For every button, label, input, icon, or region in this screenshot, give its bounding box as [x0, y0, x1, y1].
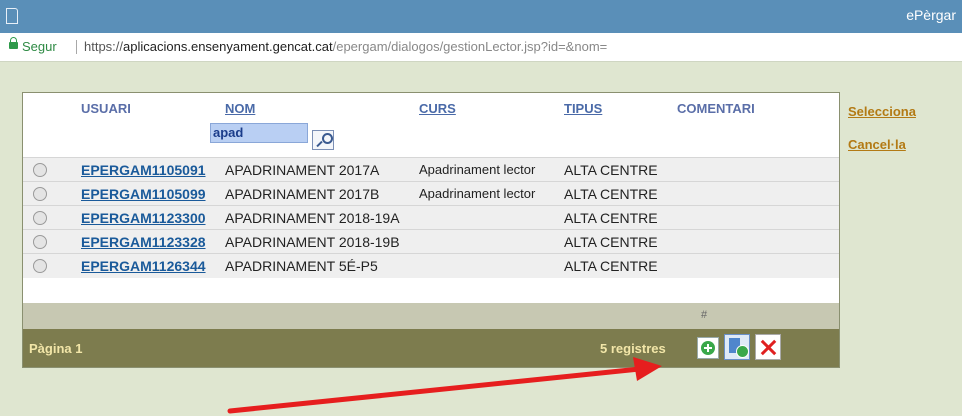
url-scheme: https:// [84, 39, 124, 54]
search-button[interactable] [312, 130, 334, 150]
row-radio[interactable] [33, 187, 47, 201]
reader-selection-panel: USUARI NOM CURS TIPUS COMENTARI apad EPE… [22, 92, 840, 368]
user-link[interactable]: EPERGAM1105091 [81, 158, 206, 182]
user-link[interactable]: EPERGAM1123300 [81, 206, 206, 230]
hash-row: # [23, 303, 839, 329]
address-separator [76, 40, 77, 54]
user-link[interactable]: EPERGAM1126344 [81, 254, 206, 278]
tipus-cell: ALTA CENTRE [564, 258, 658, 274]
header-tipus[interactable]: TIPUS [564, 101, 602, 116]
add-icon [701, 341, 715, 355]
row-radio[interactable] [33, 235, 47, 249]
tipus-cell: ALTA CENTRE [564, 162, 658, 178]
row-radio[interactable] [33, 163, 47, 177]
row-radio[interactable] [33, 211, 47, 225]
tipus-cell: ALTA CENTRE [564, 234, 658, 250]
table-row[interactable]: EPERGAM1126344 APADRINAMENT 5É-P5 ALTA C… [23, 253, 839, 278]
url-text[interactable]: https://aplicacions.ensenyament.gencat.c… [84, 33, 607, 61]
curs-cell: Apadrinament lector [419, 186, 536, 201]
table-row[interactable]: EPERGAM1105091 APADRINAMENT 2017A Apadri… [23, 157, 839, 182]
header-nom[interactable]: NOM [225, 101, 255, 116]
document-icon [6, 8, 18, 24]
tipus-cell: ALTA CENTRE [564, 210, 658, 226]
window-title-bar: ePèrgar [0, 0, 962, 33]
header-curs[interactable]: CURS [419, 101, 456, 116]
arrow-shaft [227, 366, 643, 414]
row-radio[interactable] [33, 259, 47, 273]
record-count: 5 registres [600, 341, 666, 356]
select-link[interactable]: Selecciona [848, 104, 916, 119]
user-link[interactable]: EPERGAM1105099 [81, 182, 206, 206]
table-header: USUARI NOM CURS TIPUS COMENTARI apad [23, 93, 839, 157]
cancel-link[interactable]: Cancel·la [848, 137, 906, 152]
table-row[interactable]: EPERGAM1123328 APADRINAMENT 2018-19B ALT… [23, 229, 839, 254]
user-link[interactable]: EPERGAM1123328 [81, 230, 206, 254]
nom-cell: APADRINAMENT 2018-19A [225, 210, 400, 226]
nom-cell: APADRINAMENT 2018-19B [225, 234, 400, 250]
copy-add-button[interactable] [724, 334, 750, 360]
window-title: ePèrgar [906, 7, 956, 23]
table-row[interactable]: EPERGAM1105099 APADRINAMENT 2017B Apadri… [23, 181, 839, 206]
url-host: aplicacions.ensenyament.gencat.cat [123, 39, 333, 54]
address-bar[interactable]: Segur https://aplicacions.ensenyament.ge… [0, 33, 962, 62]
header-comentari: COMENTARI [677, 101, 755, 116]
nom-cell: APADRINAMENT 2017B [225, 186, 380, 202]
table-row[interactable]: EPERGAM1123300 APADRINAMENT 2018-19A ALT… [23, 205, 839, 230]
curs-cell: Apadrinament lector [419, 162, 536, 177]
page-indicator: Pàgina 1 [29, 341, 83, 356]
add-button[interactable] [697, 337, 719, 359]
header-usuari: USUARI [81, 101, 131, 116]
tipus-cell: ALTA CENTRE [564, 186, 658, 202]
nom-cell: APADRINAMENT 2017A [225, 162, 380, 178]
secure-label: Segur [22, 39, 57, 54]
delete-button[interactable] [755, 334, 781, 360]
lock-icon [9, 37, 18, 49]
table-footer: Pàgina 1 5 registres [23, 329, 839, 367]
hash-label: # [701, 309, 708, 321]
url-path: /epergam/dialogos/gestionLector.jsp?id=&… [332, 39, 608, 54]
nom-cell: APADRINAMENT 5É-P5 [225, 258, 378, 274]
search-icon [322, 133, 333, 144]
nom-filter-input[interactable]: apad [210, 123, 308, 143]
